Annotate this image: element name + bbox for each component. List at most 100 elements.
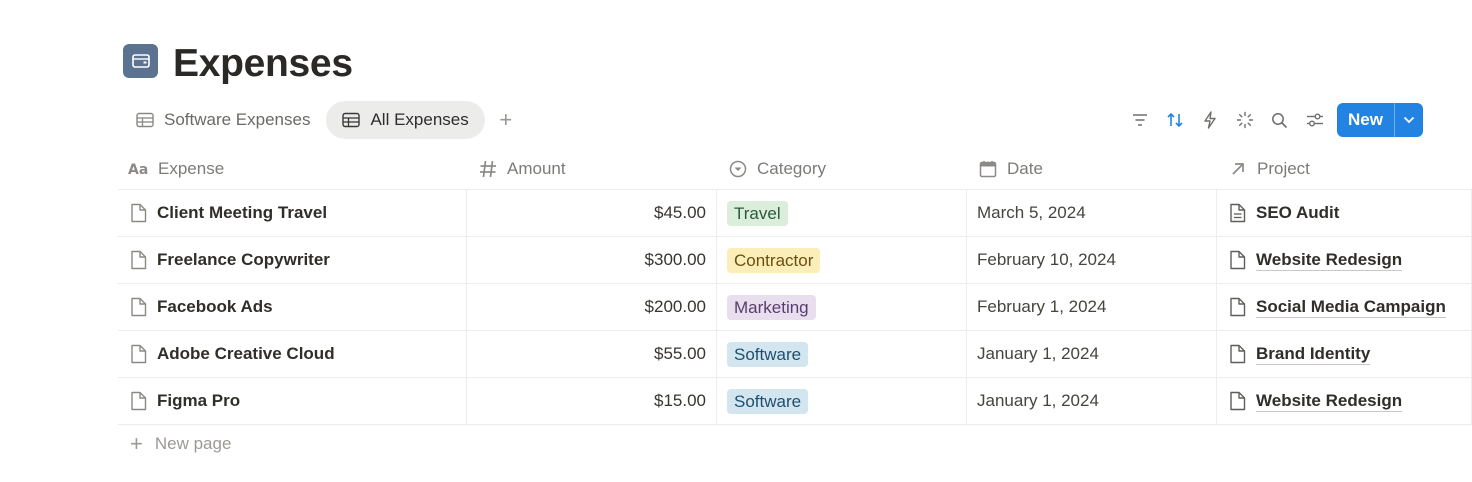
date-cell[interactable]: January 1, 2024 xyxy=(967,378,1217,424)
date-value: February 10, 2024 xyxy=(977,250,1116,269)
project-cell[interactable]: Website Redesign xyxy=(1217,378,1472,424)
category-cell[interactable]: Software xyxy=(717,331,967,377)
table-row[interactable]: Client Meeting Travel $45.00 Travel March 5… xyxy=(118,190,1472,237)
amount-cell[interactable]: $15.00 xyxy=(467,378,717,424)
new-button-label: New xyxy=(1348,110,1383,129)
select-property-icon xyxy=(727,158,749,180)
column-label: Category xyxy=(757,158,826,178)
amount-value: $300.00 xyxy=(644,250,706,269)
project-link[interactable]: Website Redesign xyxy=(1256,391,1403,412)
chevron-down-icon[interactable] xyxy=(1395,116,1423,124)
table-row[interactable]: Freelance Copywriter $300.00 Contractor Feb… xyxy=(118,237,1472,284)
expense-cell[interactable]: Adobe Creative Cloud xyxy=(118,331,467,377)
new-page-button[interactable]: + New page xyxy=(130,433,231,455)
page-icon xyxy=(1230,297,1246,317)
tab-software-expenses[interactable]: Software Expenses xyxy=(120,101,326,139)
settings-sliders-icon[interactable] xyxy=(1297,103,1332,137)
page-icon xyxy=(1230,344,1246,364)
expense-cell[interactable]: Freelance Copywriter xyxy=(118,237,467,283)
column-header-category[interactable]: Category xyxy=(717,148,967,189)
view-tabs: Software Expenses All Expenses + xyxy=(120,101,517,139)
column-label: Amount xyxy=(507,158,566,178)
calendar-icon xyxy=(977,158,999,180)
page-with-text-icon xyxy=(1230,203,1246,223)
table-row[interactable]: Figma Pro $15.00 Software January 1, 2024 We… xyxy=(118,378,1472,425)
table-icon xyxy=(342,112,361,128)
new-page-label: New page xyxy=(154,434,232,453)
page-icon xyxy=(1230,250,1246,270)
wallet-icon[interactable] xyxy=(123,44,158,78)
date-cell[interactable]: February 1, 2024 xyxy=(967,284,1217,330)
amount-value: $45.00 xyxy=(654,203,706,222)
date-cell[interactable]: January 1, 2024 xyxy=(967,331,1217,377)
expense-cell[interactable]: Client Meeting Travel xyxy=(118,190,467,236)
tab-label: All Expenses xyxy=(370,110,469,129)
category-tag: Travel xyxy=(727,200,788,226)
project-link[interactable]: Website Redesign xyxy=(1256,250,1403,271)
amount-value: $55.00 xyxy=(654,344,706,363)
date-cell[interactable]: March 5, 2024 xyxy=(967,190,1217,236)
category-tag: Software xyxy=(727,341,809,367)
expense-cell[interactable]: Facebook Ads xyxy=(118,284,467,330)
expense-cell[interactable]: Figma Pro xyxy=(118,378,467,424)
column-label: Project xyxy=(1257,158,1310,178)
text-property-icon: Aa xyxy=(128,158,150,180)
date-value: February 1, 2024 xyxy=(977,297,1107,316)
sort-icon[interactable] xyxy=(1157,103,1192,137)
table-body: Client Meeting Travel $45.00 Travel March 5… xyxy=(118,190,1472,425)
project-cell[interactable]: Brand Identity xyxy=(1217,331,1472,377)
date-cell[interactable]: February 10, 2024 xyxy=(967,237,1217,283)
category-cell[interactable]: Travel xyxy=(717,190,967,236)
plus-icon: + xyxy=(130,431,143,456)
project-link[interactable]: SEO Audit xyxy=(1256,203,1339,223)
project-cell[interactable]: SEO Audit xyxy=(1217,190,1472,236)
expense-name: Facebook Ads xyxy=(157,297,273,316)
category-cell[interactable]: Contractor xyxy=(717,237,967,283)
date-value: January 1, 2024 xyxy=(977,391,1099,410)
amount-cell[interactable]: $55.00 xyxy=(467,331,717,377)
date-value: January 1, 2024 xyxy=(977,344,1099,363)
page-icon xyxy=(131,344,147,364)
column-label: Expense xyxy=(158,158,225,178)
page-title[interactable]: Expenses xyxy=(173,38,353,90)
add-view-plus-icon[interactable]: + xyxy=(495,107,517,133)
table-row[interactable]: Facebook Ads $200.00 Marketing February 1, … xyxy=(118,284,1472,331)
column-header-expense[interactable]: Aa Expense xyxy=(118,148,467,189)
category-cell[interactable]: Software xyxy=(717,378,967,424)
amount-value: $200.00 xyxy=(644,297,706,316)
page-icon xyxy=(1230,391,1246,411)
category-tag: Contractor xyxy=(727,247,821,273)
project-cell[interactable]: Website Redesign xyxy=(1217,237,1472,283)
page-icon xyxy=(131,391,147,411)
table-row[interactable]: Adobe Creative Cloud $55.00 Software Januar… xyxy=(118,331,1472,378)
sparkle-icon[interactable] xyxy=(1227,103,1262,137)
project-cell[interactable]: Social Media Campaign xyxy=(1217,284,1472,330)
expenses-table: Aa Expense Amount Category Date Project … xyxy=(118,148,1472,425)
search-icon[interactable] xyxy=(1262,103,1297,137)
lightning-icon[interactable] xyxy=(1192,103,1227,137)
category-tag: Marketing xyxy=(727,294,816,320)
expense-name: Client Meeting Travel xyxy=(157,203,328,222)
tab-label: Software Expenses xyxy=(164,110,311,129)
column-header-date[interactable]: Date xyxy=(967,148,1217,189)
amount-cell[interactable]: $45.00 xyxy=(467,190,717,236)
filter-icon[interactable] xyxy=(1122,103,1157,137)
relation-arrow-icon xyxy=(1227,158,1249,180)
column-header-amount[interactable]: Amount xyxy=(467,148,717,189)
column-header-project[interactable]: Project xyxy=(1217,148,1472,189)
new-button[interactable]: New xyxy=(1337,103,1423,137)
table-header: Aa Expense Amount Category Date Project xyxy=(118,148,1472,190)
amount-value: $15.00 xyxy=(654,391,706,410)
tab-all-expenses[interactable]: All Expenses xyxy=(326,101,485,139)
amount-cell[interactable]: $300.00 xyxy=(467,237,717,283)
table-icon xyxy=(136,112,154,128)
project-link[interactable]: Brand Identity xyxy=(1256,344,1371,365)
expense-name: Freelance Copywriter xyxy=(157,250,330,269)
number-property-icon xyxy=(477,158,499,180)
amount-cell[interactable]: $200.00 xyxy=(467,284,717,330)
category-cell[interactable]: Marketing xyxy=(717,284,967,330)
project-link[interactable]: Social Media Campaign xyxy=(1256,297,1446,318)
expense-name: Adobe Creative Cloud xyxy=(157,344,335,363)
expense-name: Figma Pro xyxy=(157,391,241,410)
page-icon xyxy=(131,297,147,317)
